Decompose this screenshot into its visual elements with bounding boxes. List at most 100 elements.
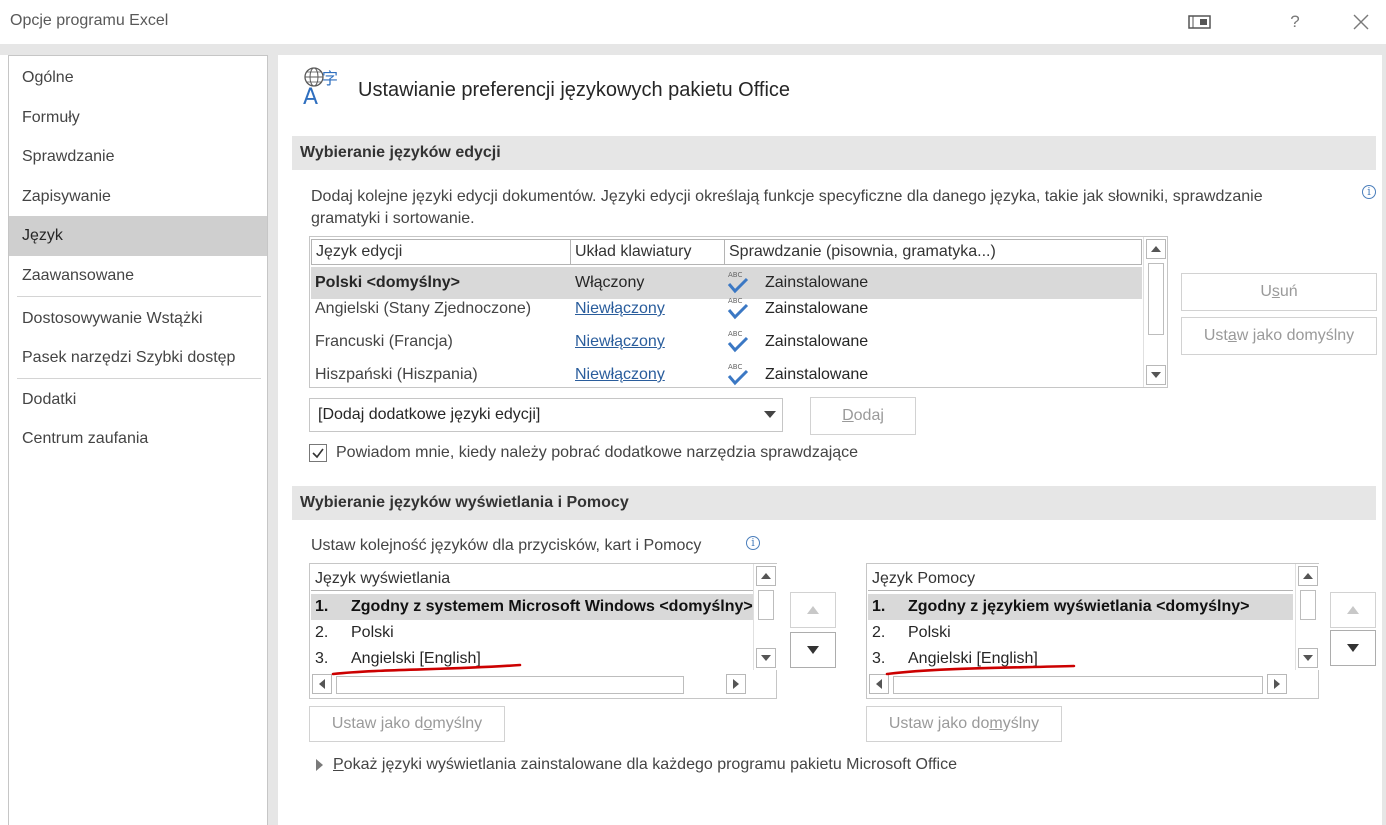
column-header-editing-language[interactable]: Język edycji [311,239,571,265]
scroll-down-button[interactable] [1298,648,1318,668]
close-icon[interactable] [1346,8,1376,36]
notify-checkbox-row[interactable]: Powiadom mnie, kiedy należy pobrać dodat… [309,444,858,462]
scroll-left-button[interactable] [312,674,332,694]
svg-text:ABC: ABC [728,330,742,338]
svg-text:字: 字 [322,69,338,88]
sidebar-item-customize-ribbon[interactable]: Dostosowywanie Wstążki [9,299,267,339]
scroll-thumb[interactable] [1300,590,1316,620]
language-cell: Angielski (Stany Zjednoczone) [315,300,532,317]
scroll-up-button[interactable] [756,566,776,586]
table-row[interactable]: Francuski (Francja) Niewłączony ABC Zain… [311,326,1142,358]
sidebar-item-quick-access-toolbar[interactable]: Pasek narzędzi Szybki dostęp [9,338,267,378]
top-band [0,44,1386,55]
keyboard-link[interactable]: Niewłączony [575,326,665,358]
scroll-up-button[interactable] [1298,566,1318,586]
sidebar-item-save[interactable]: Zapisywanie [9,177,267,217]
help-set-default-button[interactable]: Ustaw jako do m yślny [866,706,1062,742]
display-set-default-button[interactable]: Ustaw jako d o myślny [309,706,505,742]
language-cell: Hiszpański (Hiszpania) [315,366,478,383]
horizontal-scrollbar[interactable] [312,674,752,696]
chevron-down-icon [764,411,776,418]
info-icon[interactable]: i [1362,185,1376,199]
column-header-proofing[interactable]: Sprawdzanie (pisownia, gramatyka...) [725,239,1142,265]
sidebar-item-proofing[interactable]: Sprawdzanie [9,137,267,177]
sidebar-item-language[interactable]: Język [9,216,267,256]
scroll-thumb[interactable] [758,590,774,620]
help-list-header: Język Pomocy [868,565,1293,591]
list-item[interactable]: 2. Polski [868,620,1293,646]
move-down-button[interactable] [790,632,836,668]
move-down-button[interactable] [1330,630,1376,666]
vertical-scrollbar[interactable] [753,564,777,670]
page-title: Ustawianie preferencji językowych pakiet… [358,79,791,101]
move-up-button[interactable] [790,592,836,628]
language-icon: A 字 [302,66,352,110]
proofing-check-icon: ABC [727,330,749,353]
expand-arrow-icon [316,759,323,771]
sidebar: Ogólne Formuły Sprawdzanie Zapisywanie J… [8,55,268,825]
display-list-header: Język wyświetlania [311,565,753,591]
list-item[interactable]: 2. Polski [311,620,753,646]
dropdown-value: [Dodaj dodatkowe języki edycji] [318,406,541,423]
set-as-default-button[interactable]: Ust a w jako domyślny [1181,317,1377,355]
scrollbar-track [1382,55,1386,825]
sidebar-item-formulas[interactable]: Formuły [9,98,267,138]
scroll-down-button[interactable] [756,648,776,668]
keyboard-link[interactable]: Niewłączony [575,293,665,325]
scroll-down-button[interactable] [1146,365,1166,385]
section-header-display-languages: Wybieranie języków wyświetlania i Pomocy [292,486,1376,520]
vertical-scrollbar[interactable] [1143,237,1167,387]
scroll-thumb[interactable] [336,676,684,694]
sidebar-divider [17,296,261,297]
show-display-languages-expander[interactable]: Pokaż języki wyświetlania zainstalowane … [316,756,957,774]
info-icon[interactable]: i [746,536,760,550]
table-row[interactable]: Hiszpański (Hiszpania) Niewłączony ABC Z… [311,359,1142,391]
scroll-right-button[interactable] [726,674,746,694]
display-language-list[interactable]: Język wyświetlania 1. Zgodny z systemem M… [309,563,777,699]
scroll-left-button[interactable] [869,674,889,694]
table-row[interactable]: Angielski (Stany Zjednoczone) Niewłączon… [311,293,1142,325]
sidebar-item-addins[interactable]: Dodatki [9,380,267,420]
window-title: Opcje programu Excel [10,12,169,29]
display-order-instruction: Ustaw kolejność języków dla przycisków, … [311,537,702,554]
notify-checkbox[interactable] [309,444,327,462]
gutter [268,55,278,825]
list-item[interactable]: 1. Zgodny z systemem Microsoft Windows <d… [311,594,753,620]
scroll-thumb[interactable] [1148,263,1164,335]
editing-description: Dodaj kolejne języki edycji dokumentów. … [311,188,1263,227]
title-bar: Opcje programu Excel ? [0,0,1386,44]
proofing-check-icon: ABC [727,297,749,320]
scroll-thumb[interactable] [893,676,1263,694]
move-up-button[interactable] [1330,592,1376,628]
remove-button[interactable]: Us uń [1181,273,1377,311]
add-button[interactable]: Dodaj [810,397,916,435]
proofing-cell: Zainstalowane [765,300,869,317]
sidebar-item-general[interactable]: Ogólne [9,58,267,98]
column-header-keyboard-layout[interactable]: Układ klawiatury [571,239,725,265]
list-item[interactable]: 1. Zgodny z językiem wyświetlania <domyśl… [868,594,1293,620]
list-item[interactable]: 3. Angielski [English] [868,646,1293,672]
proofing-check-icon: ABC [727,363,749,386]
sidebar-item-advanced[interactable]: Zaawansowane [9,256,267,296]
scroll-right-button[interactable] [1267,674,1287,694]
sidebar-divider [17,378,261,379]
horizontal-scrollbar[interactable] [869,674,1294,696]
list-item[interactable]: 3. Angielski [English] [311,646,753,672]
help-language-list[interactable]: Język Pomocy 1. Zgodny z językiem wyświet… [866,563,1319,699]
svg-text:ABC: ABC [728,363,742,371]
language-cell: Francuski (Francja) [315,333,453,350]
keyboard-link[interactable]: Niewłączony [575,359,665,391]
svg-text:A: A [303,85,318,106]
svg-text:ABC: ABC [728,297,742,305]
notify-label: Powiadom mnie, kiedy należy pobrać dodat… [336,444,859,461]
restore-window-icon[interactable] [1182,8,1218,36]
vertical-scrollbar[interactable] [1295,564,1319,670]
add-editing-language-dropdown[interactable]: [Dodaj dodatkowe języki edycji] [309,398,783,432]
checkmark-icon [312,448,324,459]
scroll-up-button[interactable] [1146,239,1166,259]
sidebar-item-trust-center[interactable]: Centrum zaufania [9,419,267,459]
svg-text:ABC: ABC [728,271,742,279]
proofing-cell: Zainstalowane [765,366,869,383]
help-button[interactable]: ? [1280,8,1310,36]
editing-languages-table[interactable]: Język edycji Układ klawiatury Sprawdzani… [309,236,1168,388]
